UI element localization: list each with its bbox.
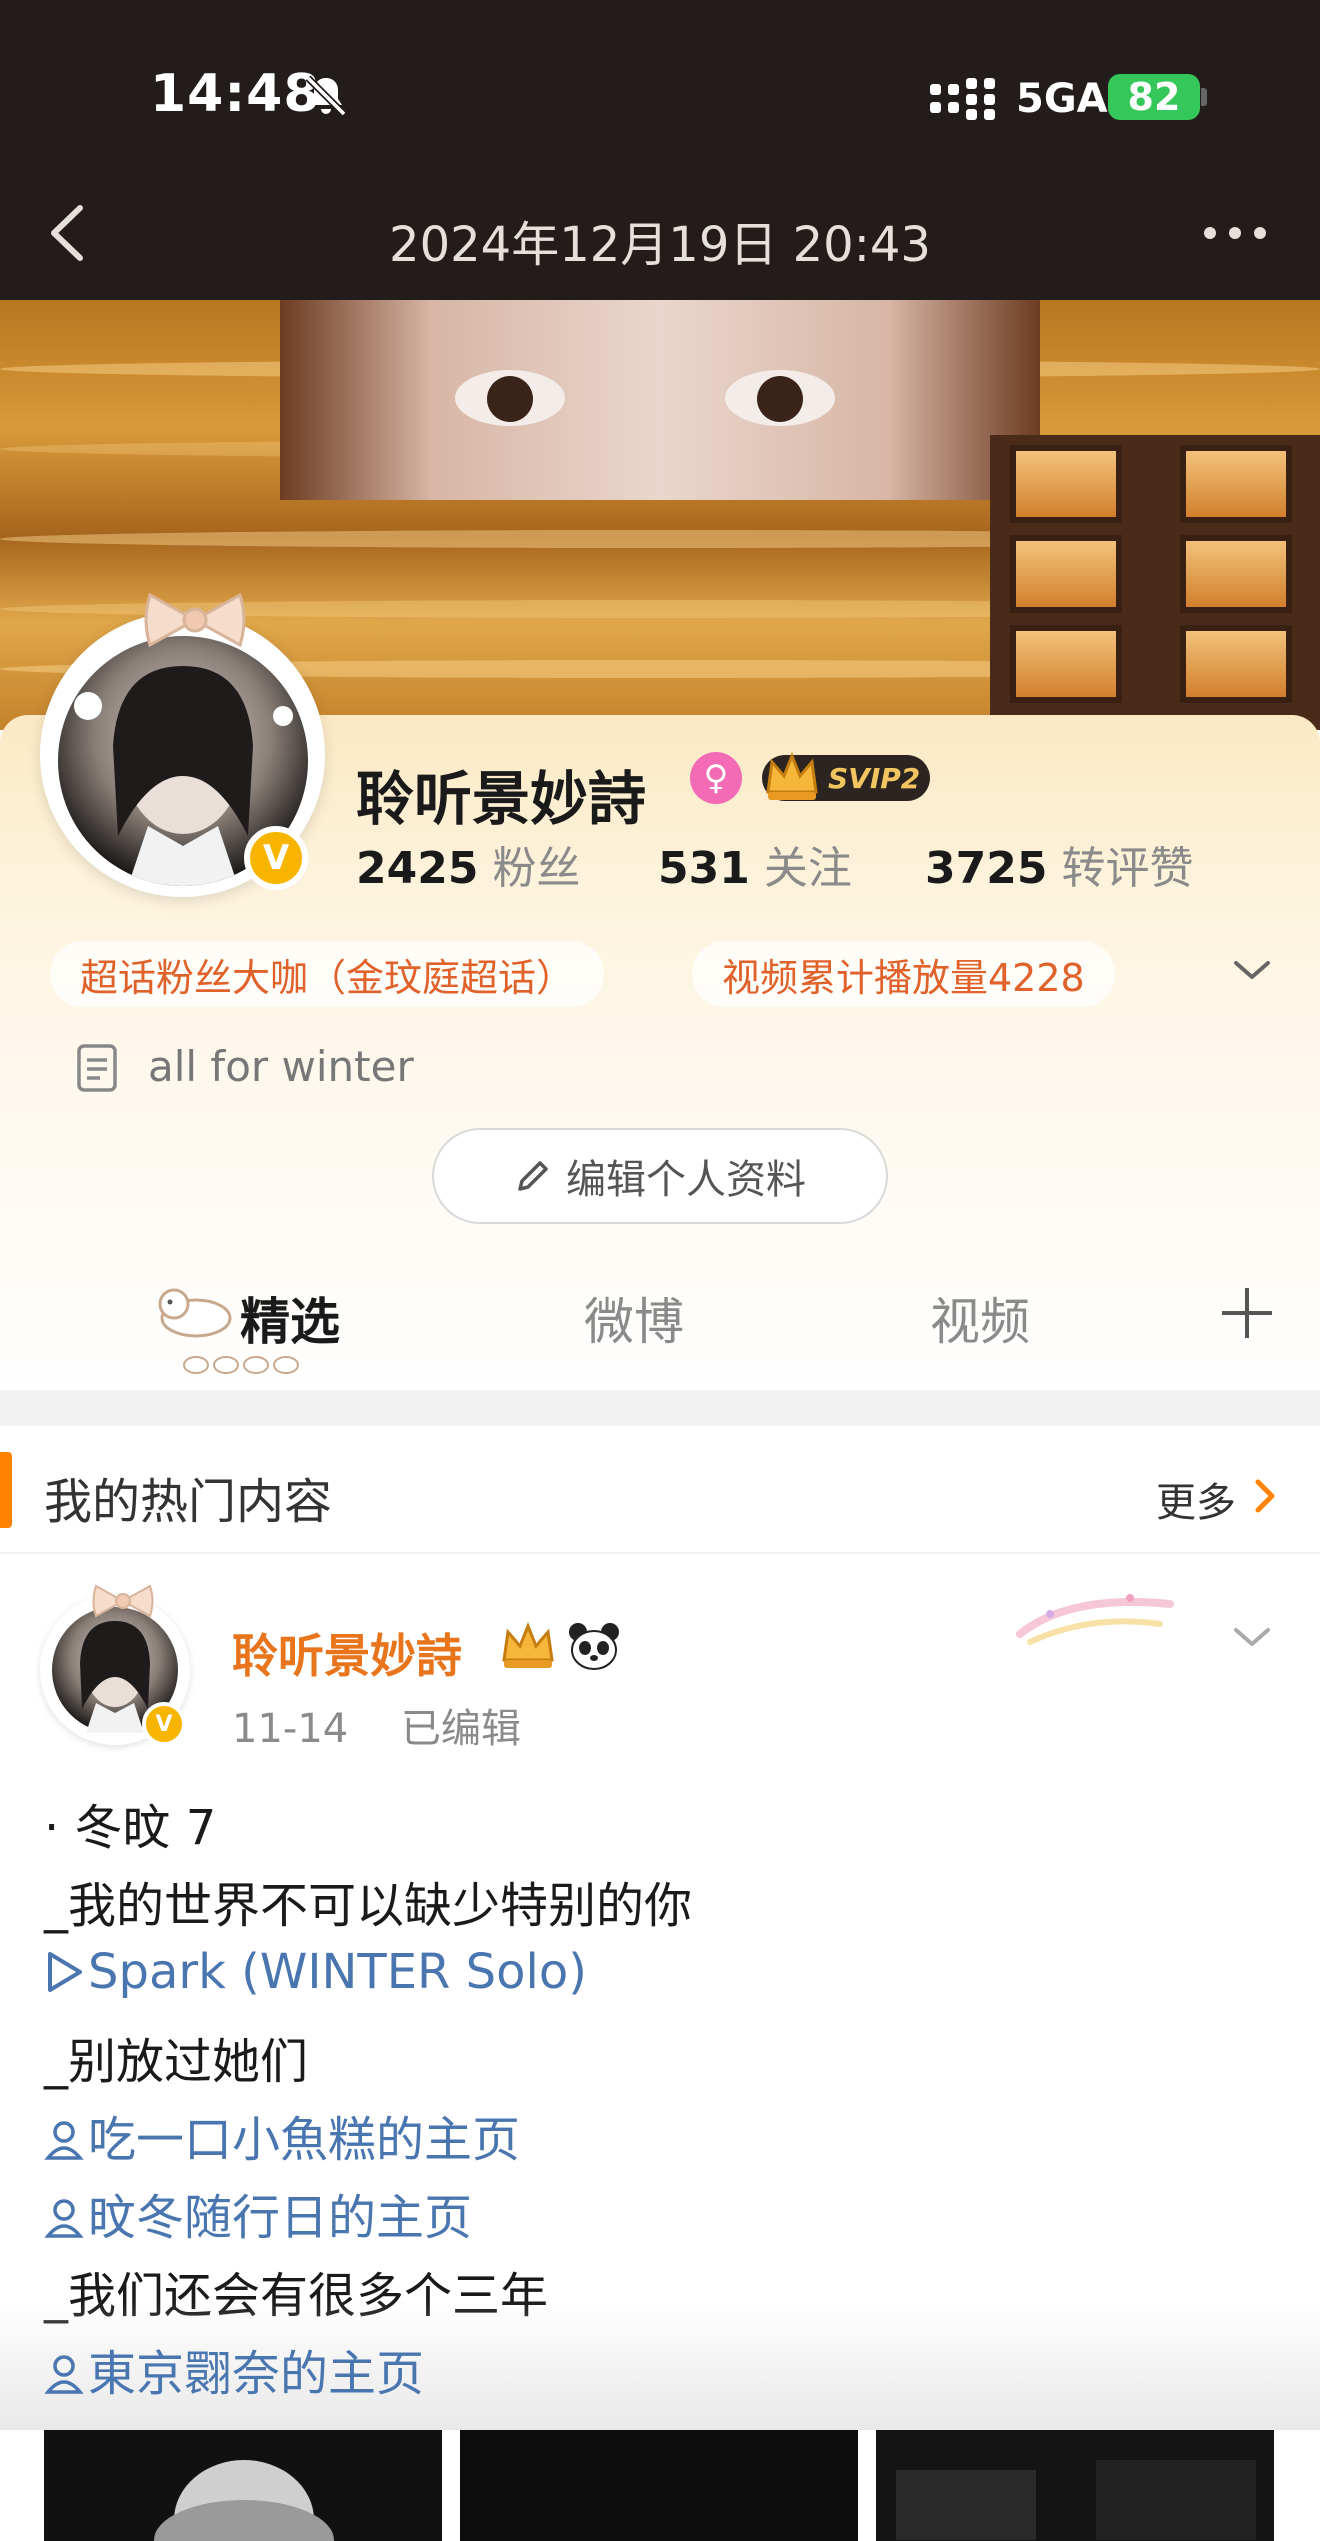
post-text-line: _别放过她们 [44, 2034, 309, 2090]
signal-icon [930, 78, 995, 120]
user-icon [44, 2355, 84, 2394]
stat-label: 粉丝 [492, 843, 581, 894]
post-text-line: · 冬旼 7 [44, 1800, 217, 1856]
cover-eyes-photo [280, 300, 1040, 500]
post-author-name[interactable]: 聆听景妙詩 [232, 1620, 462, 1686]
user-icon [44, 2121, 84, 2160]
verified-badge-icon: V [142, 1702, 186, 1746]
stat-interactions[interactable]: 3725 转评赞 [925, 832, 1193, 896]
bell-off-icon [305, 75, 347, 117]
bow-decoration-icon [92, 1584, 154, 1618]
battery-tip [1201, 88, 1207, 106]
document-icon [77, 1044, 117, 1092]
profile-bio: all for winter [148, 1042, 414, 1091]
stat-value: 531 [658, 843, 750, 894]
user-link[interactable]: 吃一口小魚糕的主页 [44, 2100, 520, 2170]
female-gender-icon: ♀ [690, 752, 742, 804]
chevron-right-icon[interactable] [1252, 1476, 1278, 1516]
page-title: 2024年12月19日 20:43 [389, 217, 931, 273]
post-image-thumbnail[interactable] [876, 2430, 1274, 2541]
user-link-label: 吃一口小魚糕的主页 [88, 2112, 521, 2168]
tag-supertopic-fan[interactable]: 超话粉丝大咖（金玟庭超话） [50, 941, 605, 1007]
play-icon [48, 1952, 82, 1992]
section-divider [0, 1390, 1320, 1426]
music-link-label: Spark (WINTER Solo) [88, 1944, 587, 2000]
hot-content-title: 我的热门内容 [44, 1474, 333, 1530]
cover-window-photo [990, 435, 1320, 730]
section-accent-bar [0, 1452, 12, 1528]
user-icon [44, 2199, 84, 2238]
stat-value: 2425 [356, 843, 479, 894]
stat-label: 关注 [763, 843, 852, 894]
tab-indicator-decoration-icon [183, 1356, 299, 1374]
stat-value: 3725 [925, 843, 1048, 894]
pencil-icon [518, 1161, 548, 1191]
crown-icon [502, 1621, 554, 1668]
post-image-thumbnail[interactable] [460, 2430, 858, 2541]
post-date: 11-14 [232, 1706, 349, 1752]
post-edited-label[interactable]: 已编辑 [401, 1706, 521, 1752]
post-meta: 11-14 已编辑 [232, 1696, 521, 1754]
profile-username: 聆听景妙詩 [356, 765, 647, 833]
panda-icon [569, 1623, 619, 1670]
edit-profile-button[interactable]: 编辑个人资料 [432, 1128, 888, 1224]
stat-followers[interactable]: 2425 粉丝 [356, 832, 580, 896]
add-tab-icon[interactable] [1218, 1284, 1276, 1342]
tab-video[interactable]: 视频 [930, 1282, 1030, 1354]
status-time: 14:48 [150, 64, 321, 124]
more-options-icon[interactable] [1200, 215, 1270, 251]
hot-content-more-link[interactable]: 更多 [1156, 1470, 1236, 1528]
verified-badge-icon: V [244, 826, 308, 890]
tab-weibo[interactable]: 微博 [584, 1282, 684, 1354]
ribbon-decoration-icon [1016, 1594, 1174, 1645]
stat-following[interactable]: 531 关注 [658, 832, 852, 896]
chevron-down-icon[interactable] [1230, 955, 1274, 985]
post-image-thumbnail[interactable] [44, 2430, 442, 2541]
user-link[interactable]: 東京翾奈的主页 [44, 2334, 424, 2404]
crown-icon [766, 751, 818, 800]
network-type: 5GA [1016, 76, 1108, 122]
divider-line [0, 1552, 1320, 1554]
user-link-label: 東京翾奈的主页 [88, 2346, 425, 2402]
user-link-label: 旼冬随行日的主页 [88, 2190, 473, 2246]
music-link[interactable]: Spark (WINTER Solo) [44, 1944, 587, 2000]
tab-featured[interactable]: 精选 [240, 1282, 340, 1354]
sheep-decoration-icon [158, 1288, 232, 1338]
status-and-nav-bar: 14:48 5GA 82 2024年12月19日 20:43 [0, 0, 1320, 300]
chevron-down-icon[interactable] [1230, 1622, 1274, 1652]
bow-decoration-icon [144, 592, 246, 648]
edit-profile-label: 编辑个人资料 [566, 1157, 806, 1203]
stat-label: 转评赞 [1061, 843, 1194, 894]
post-text-line: _我的世界不可以缺少特别的你 [44, 1878, 693, 1934]
user-link[interactable]: 旼冬随行日的主页 [44, 2178, 472, 2248]
tag-video-plays[interactable]: 视频累计播放量4228 [692, 941, 1115, 1007]
battery-indicator: 82 [1108, 74, 1200, 120]
